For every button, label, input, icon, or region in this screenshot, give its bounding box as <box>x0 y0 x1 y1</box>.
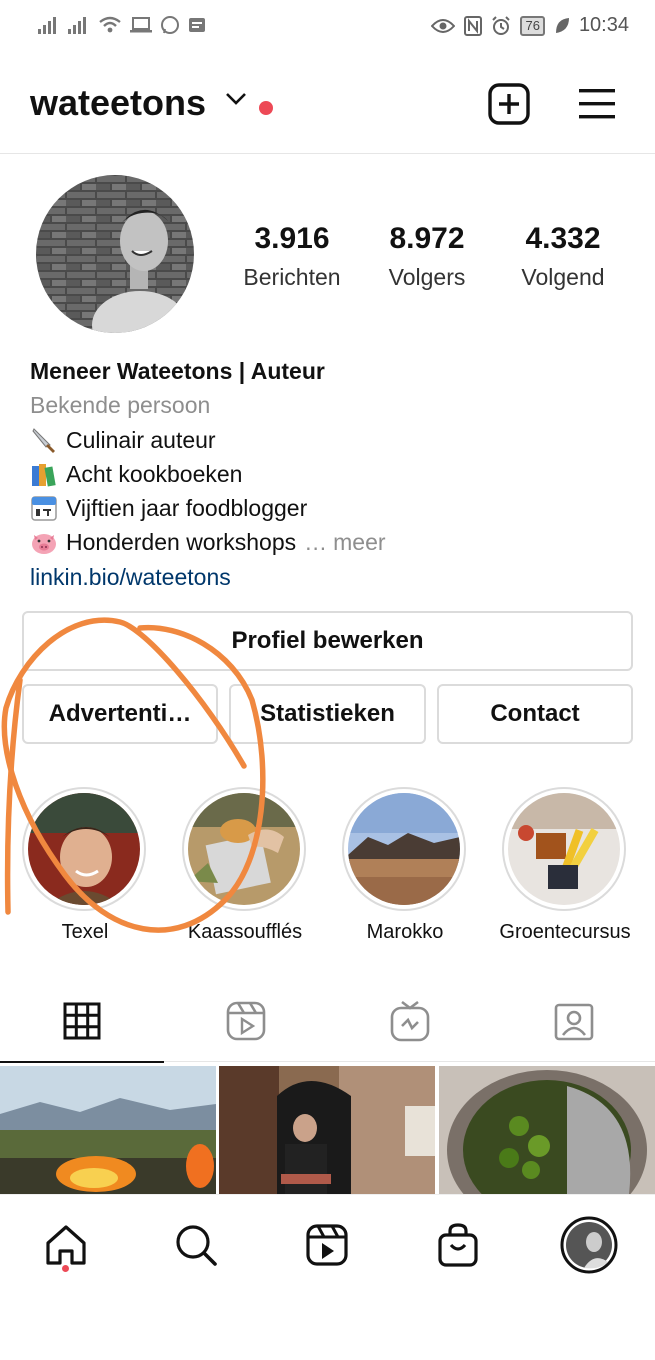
stat-value: 4.332 <box>525 222 601 255</box>
bio-line-text: Culinair auteur <box>66 426 216 453</box>
ads-button[interactable]: Advertenti… <box>22 684 218 744</box>
nav-profile[interactable] <box>559 1215 619 1275</box>
alarm-icon <box>491 15 511 37</box>
hamburger-icon <box>579 89 615 119</box>
bio-ellipsis: … <box>304 529 328 556</box>
bio-line-text: Acht kookboeken <box>66 460 243 487</box>
highlight-marokko[interactable]: Marokko <box>342 787 468 943</box>
highlight-image <box>508 793 620 905</box>
signal-icon-2 <box>68 14 90 36</box>
tab-active-indicator <box>0 1061 164 1063</box>
highlight-ring <box>22 787 146 911</box>
post-thumbnail[interactable] <box>439 1066 655 1194</box>
bio-line: Acht kookboeken <box>30 457 630 491</box>
nav-search[interactable] <box>166 1215 226 1275</box>
bio: Meneer Wateetons | Auteur Bekende persoo… <box>30 354 630 594</box>
tagged-icon <box>554 1003 594 1041</box>
highlight-image <box>348 793 460 905</box>
username[interactable]: wateetons <box>30 82 206 124</box>
profile-avatar <box>560 1216 618 1274</box>
highlight-kaassouffles[interactable]: Kaassoufflés <box>182 787 308 943</box>
highlight-image <box>28 793 140 905</box>
new-post-button[interactable] <box>485 80 533 128</box>
notification-dot <box>259 101 273 115</box>
highlight-label: Groentecursus <box>499 921 631 943</box>
stat-posts[interactable]: 3.916 Berichten <box>222 222 362 291</box>
nfc-icon <box>464 15 483 37</box>
bio-link[interactable]: linkin.bio/wateetons <box>30 560 630 594</box>
tab-tagged[interactable] <box>492 980 655 1062</box>
insights-button[interactable]: Statistieken <box>229 684 426 744</box>
profile-tabs <box>0 980 655 1063</box>
menu-button[interactable] <box>573 80 621 128</box>
highlight-ring <box>182 787 306 911</box>
pig-icon <box>30 529 58 557</box>
stat-label: Berichten <box>243 264 341 290</box>
bio-line-text: Vijftien jaar foodblogger <box>66 495 308 522</box>
tab-reels[interactable] <box>164 980 328 1062</box>
signal-icon <box>38 14 60 36</box>
bio-line-text: Honderden workshops <box>66 529 297 556</box>
highlight-ring <box>502 787 626 911</box>
more-link[interactable]: meer <box>333 525 385 559</box>
bio-line: Culinair auteur <box>30 423 630 457</box>
status-bar: 76 10:34 <box>0 0 655 52</box>
whatsapp-icon <box>160 14 180 36</box>
home-icon <box>46 1225 86 1265</box>
battery-indicator: 76 <box>520 15 545 36</box>
post-thumbnail[interactable] <box>0 1066 216 1194</box>
calendar-icon <box>30 494 58 522</box>
wifi-icon <box>98 14 122 36</box>
reels-icon <box>306 1224 348 1266</box>
nav-shop[interactable] <box>428 1215 488 1275</box>
bio-line: Vijftien jaar foodblogger <box>30 491 630 525</box>
highlight-ring <box>342 787 466 911</box>
bottom-navigation <box>0 1194 655 1360</box>
message-icon <box>188 14 206 36</box>
stat-following[interactable]: 4.332 Volgend <box>493 222 633 291</box>
bio-line: Honderden workshops … meer <box>30 525 630 559</box>
igtv-icon <box>390 1000 430 1042</box>
highlight-groentecursus[interactable]: Groentecursus <box>499 787 631 943</box>
laptop-icon <box>130 14 152 36</box>
grid-icon <box>63 1002 101 1040</box>
edit-profile-button[interactable]: Profiel bewerken <box>22 611 633 671</box>
profile-avatar[interactable] <box>36 175 194 333</box>
leaf-icon <box>554 15 570 37</box>
home-activity-dot <box>62 1265 69 1272</box>
tab-igtv[interactable] <box>328 980 492 1062</box>
shop-icon <box>438 1223 478 1267</box>
contact-button[interactable]: Contact <box>437 684 633 744</box>
knife-icon <box>30 426 58 454</box>
plus-square-icon <box>488 83 530 125</box>
search-icon <box>176 1225 217 1266</box>
stat-label: Volgend <box>521 264 605 290</box>
highlight-texel[interactable]: Texel <box>22 787 148 943</box>
stat-value: 3.916 <box>254 222 330 255</box>
eye-icon <box>431 15 456 37</box>
stat-value: 8.972 <box>389 222 465 255</box>
nav-reels[interactable] <box>297 1215 357 1275</box>
stat-label: Volgers <box>388 264 466 290</box>
stat-followers[interactable]: 8.972 Volgers <box>357 222 497 291</box>
chevron-down-icon[interactable] <box>225 92 247 111</box>
status-left <box>38 14 206 36</box>
status-right: 76 10:34 <box>431 14 629 37</box>
profile-header: wateetons <box>0 52 655 154</box>
tab-grid[interactable] <box>0 980 164 1063</box>
clock: 10:34 <box>578 14 629 36</box>
books-icon <box>30 460 58 488</box>
highlight-image <box>188 793 300 905</box>
bio-category: Bekende persoon <box>30 392 211 419</box>
bio-name: Meneer Wateetons | Auteur <box>30 358 325 384</box>
post-thumbnail[interactable] <box>219 1066 435 1194</box>
reels-icon <box>226 1001 266 1041</box>
